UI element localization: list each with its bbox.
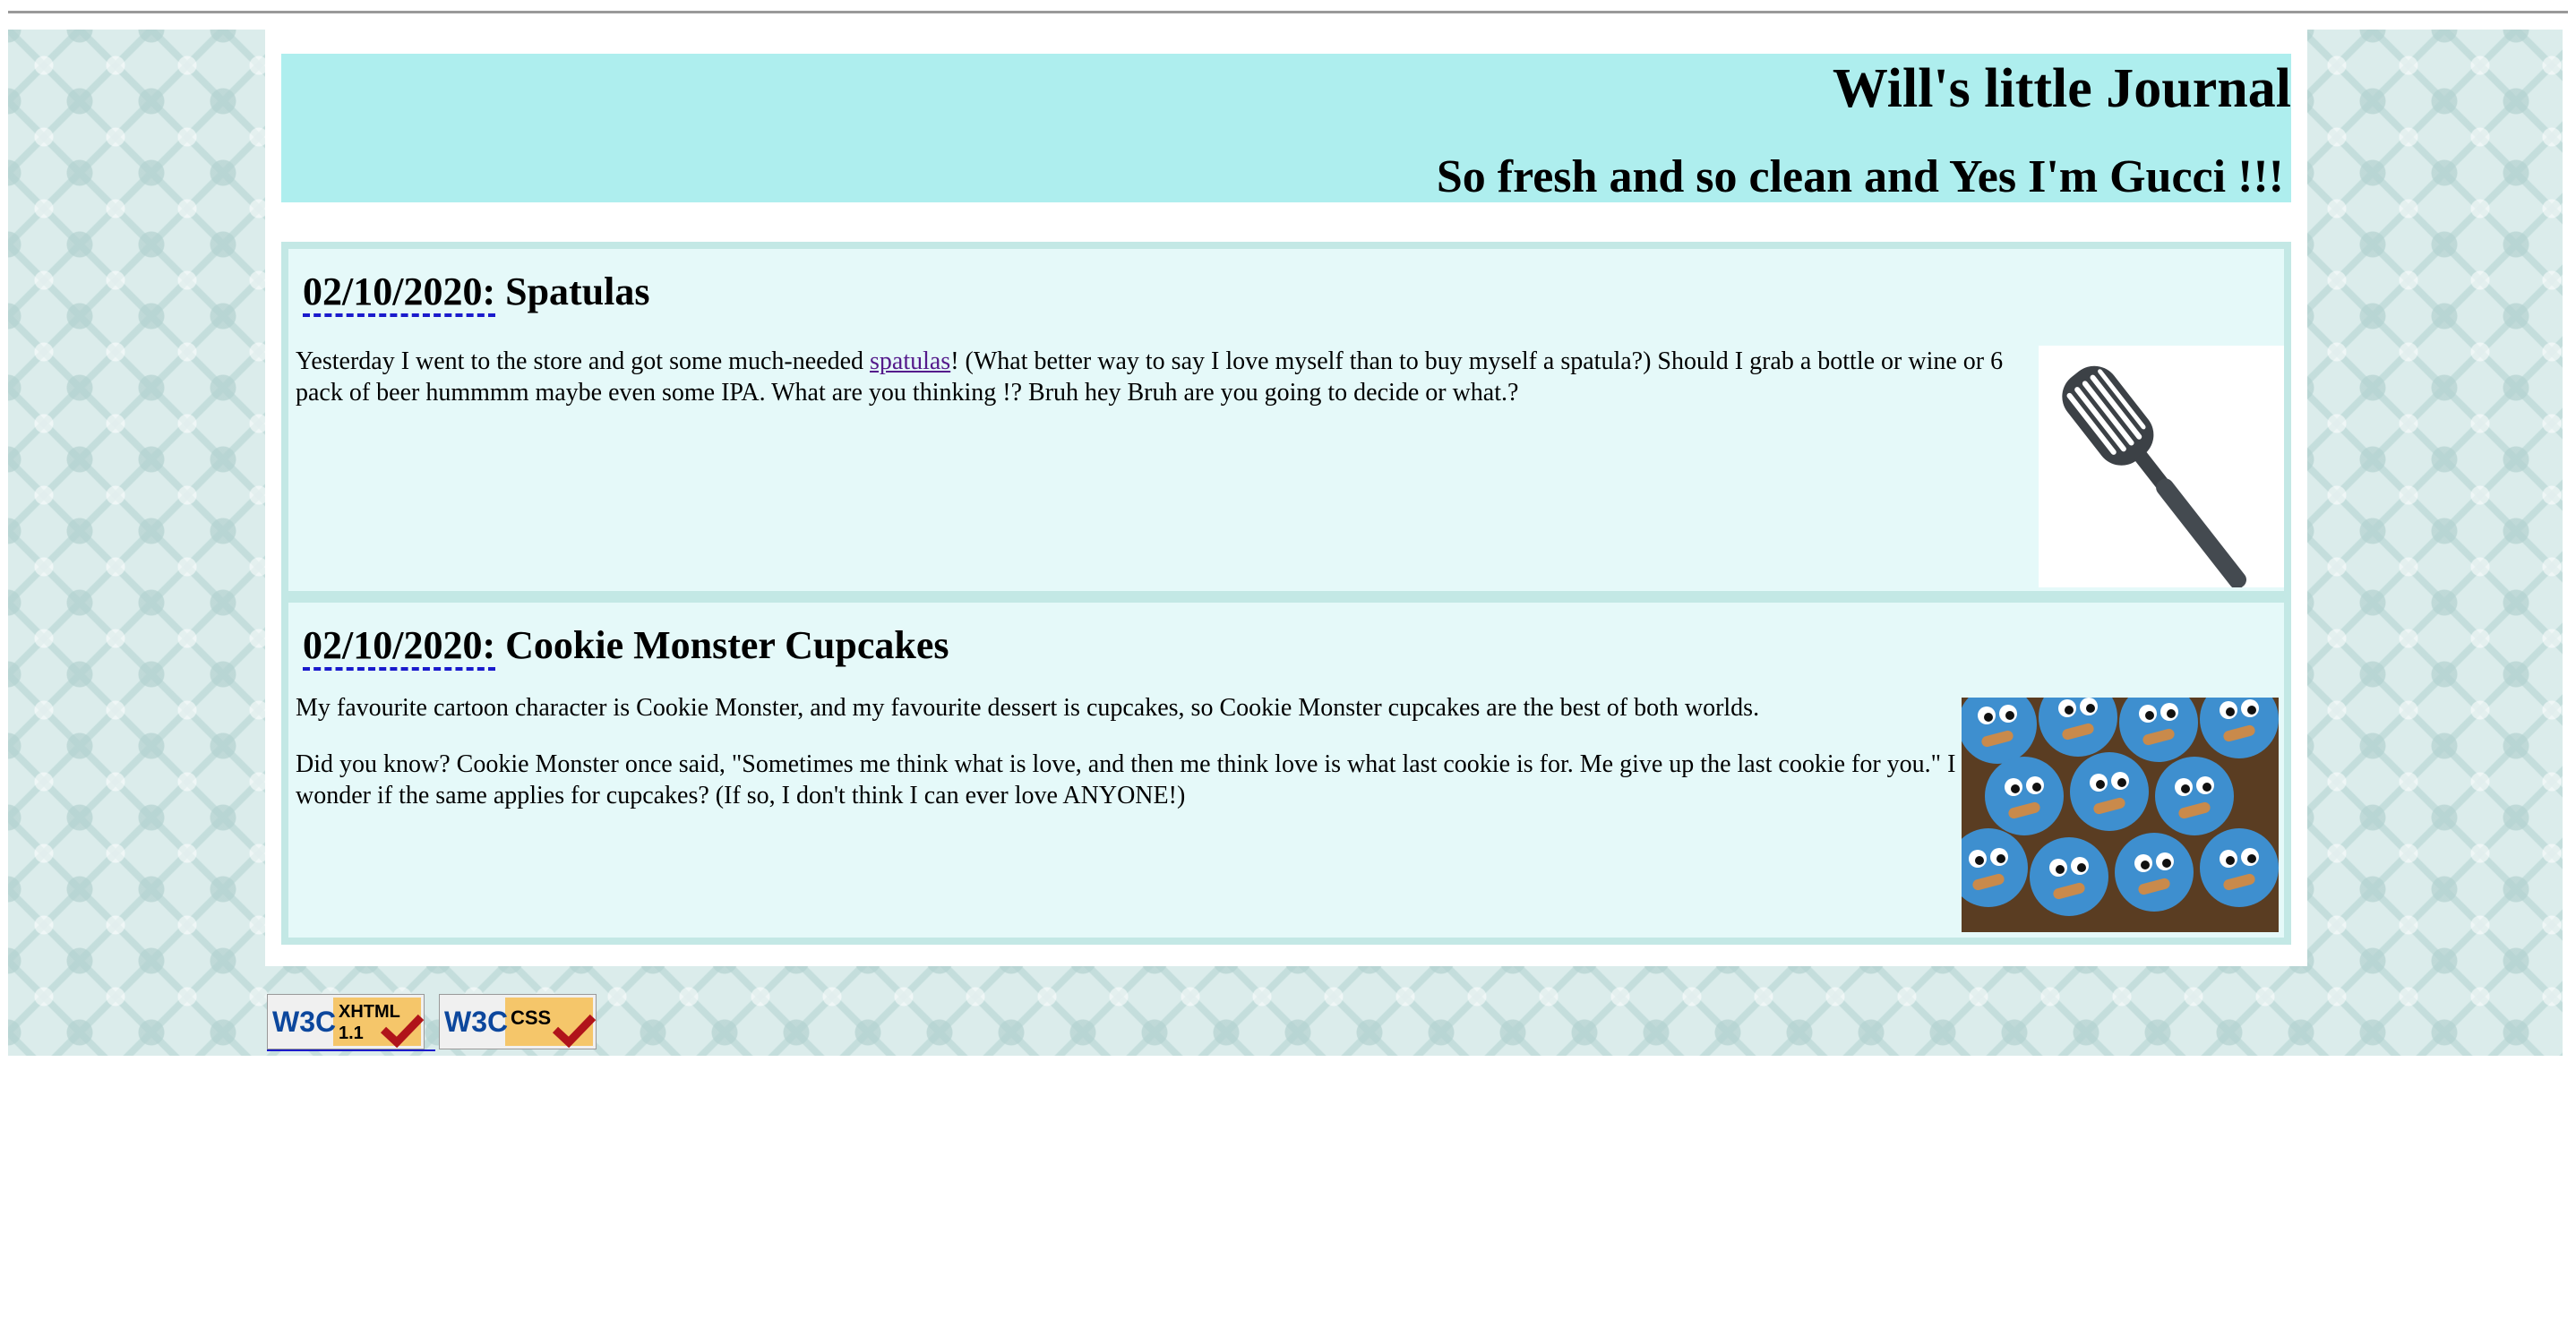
journal-entry-cookie-monster-cupcakes: 02/10/2020: Cookie Monster Cupcakes My f… bbox=[281, 595, 2291, 945]
w3c-xhtml-badge-link[interactable]: W3C XHTML 1.1 bbox=[266, 993, 435, 1051]
badge-brand: W3C bbox=[444, 1006, 508, 1038]
journal-entry-spatulas: 02/10/2020: Spatulas Yesterday I went to… bbox=[281, 242, 2291, 598]
entry-date-text: 02/10/2020 bbox=[303, 270, 483, 313]
w3c-xhtml-valid-badge[interactable]: W3C XHTML 1.1 bbox=[266, 993, 425, 1050]
cookie-monster-cupcakes-image bbox=[1962, 698, 2279, 932]
badge-label: XHTML bbox=[339, 1002, 400, 1022]
paragraph-text: Yesterday I went to the store and got so… bbox=[296, 347, 870, 375]
spatulas-link[interactable]: spatulas bbox=[870, 347, 950, 375]
entry-paragraph: Yesterday I went to the store and got so… bbox=[296, 346, 2051, 408]
top-horizontal-rule bbox=[8, 11, 2568, 13]
entry-date-separator: : bbox=[482, 270, 496, 313]
badge-label: CSS bbox=[511, 1006, 551, 1029]
badge-version: 1.1 bbox=[339, 1023, 364, 1043]
entry-title-text: Cookie Monster Cupcakes bbox=[505, 623, 949, 667]
entry-title: 02/10/2020: Cookie Monster Cupcakes bbox=[303, 622, 949, 671]
spatula-image bbox=[2039, 346, 2284, 589]
w3c-css-badge-link[interactable]: W3C CSS bbox=[438, 993, 607, 1050]
entry-body: Yesterday I went to the store and got so… bbox=[296, 346, 2051, 433]
site-subtitle: So fresh and so clean and Yes I'm Gucci … bbox=[1436, 151, 2284, 202]
entry-date: 02/10/2020: bbox=[303, 270, 496, 317]
site-title: Will's little Journal bbox=[1832, 58, 2291, 119]
entry-date: 02/10/2020: bbox=[303, 623, 496, 671]
entry-paragraph: My favourite cartoon character is Cookie… bbox=[296, 694, 1760, 722]
journal-container: Will's little Journal So fresh and so cl… bbox=[265, 30, 2307, 966]
header-banner: Will's little Journal So fresh and so cl… bbox=[281, 54, 2291, 202]
entry-date-separator: : bbox=[482, 623, 496, 667]
entry-title: 02/10/2020: Spatulas bbox=[303, 269, 650, 317]
entry-title-text: Spatulas bbox=[505, 270, 650, 313]
entry-date-text: 02/10/2020 bbox=[303, 623, 483, 667]
entry-paragraph: Did you know? Cookie Monster once said, … bbox=[296, 750, 1956, 809]
entry-body: My favourite cartoon character is Cookie… bbox=[296, 692, 1962, 836]
footer-badges: W3C XHTML 1.1 W3C CSS bbox=[266, 993, 607, 1051]
w3c-css-valid-badge[interactable]: W3C CSS bbox=[438, 993, 597, 1050]
badge-brand: W3C bbox=[272, 1006, 336, 1038]
